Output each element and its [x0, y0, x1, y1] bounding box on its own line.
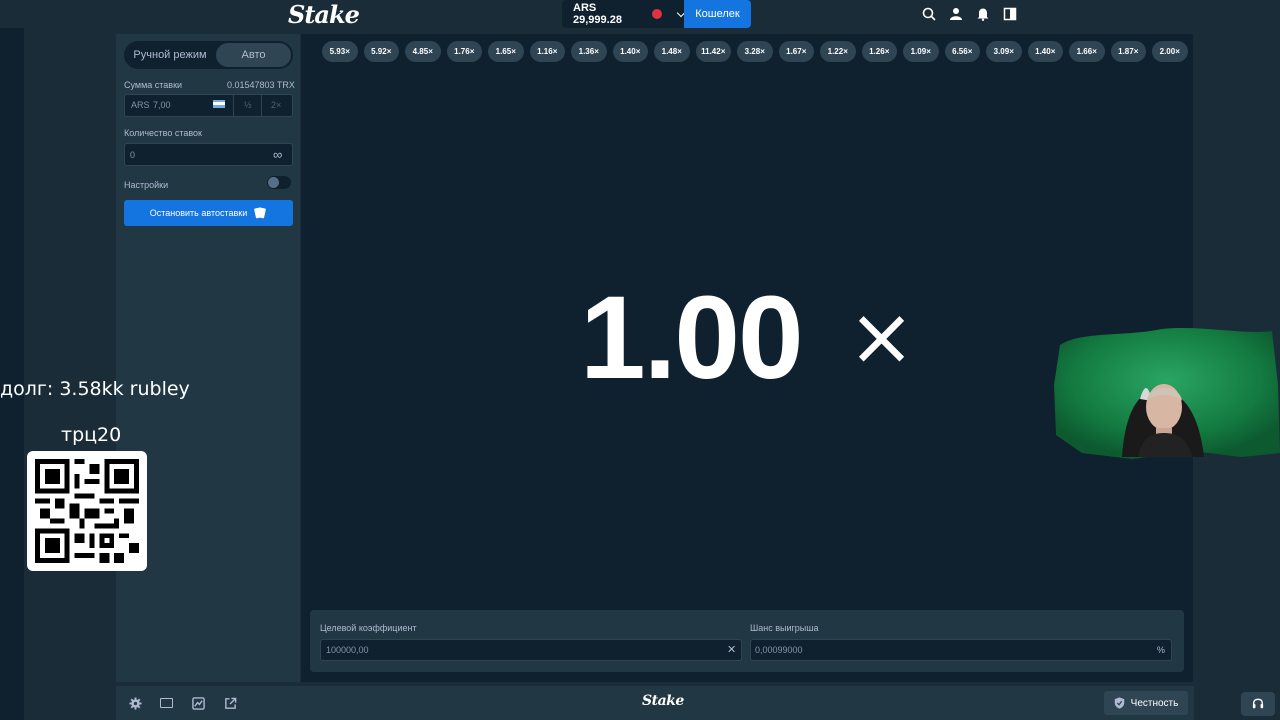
- double-button[interactable]: 2×: [271, 100, 281, 110]
- multiplier-suffix: ×: [848, 290, 916, 383]
- history-chip[interactable]: 1.76×: [446, 41, 482, 62]
- history-chip[interactable]: 2.00×: [1152, 41, 1188, 62]
- settings-label: Настройки: [124, 180, 169, 190]
- balance-amount: ARS 29,999.28: [573, 2, 622, 26]
- history-chip[interactable]: 1.09×: [903, 41, 939, 62]
- history-chip[interactable]: 1.40×: [1027, 41, 1063, 62]
- overlay-handle-text: трц20: [61, 424, 122, 446]
- history-chip[interactable]: 3.09×: [986, 41, 1022, 62]
- history-bar: 5.93× 5.92× 4.85× 1.76× 1.65× 1.16× 1.36× 1.40×…: [322, 41, 1188, 62]
- history-chip[interactable]: 3.28×: [737, 41, 773, 62]
- target-multiplier-label: Целевой коэффициент: [320, 623, 417, 633]
- shield-icon: [1114, 697, 1124, 709]
- divider: [233, 95, 234, 116]
- infinity-icon: ∞: [273, 147, 283, 162]
- history-chip[interactable]: 5.93×: [322, 41, 358, 62]
- stake-logo[interactable]: Stake: [288, 0, 360, 29]
- tab-auto[interactable]: Авто: [216, 43, 291, 67]
- num-bets-label: Количество ставок: [124, 128, 202, 138]
- bet-amount-label: Сумма ставки: [124, 80, 183, 90]
- theatre-mode-icon[interactable]: [160, 698, 173, 708]
- history-chip[interactable]: 1.22×: [820, 41, 856, 62]
- history-chip[interactable]: 1.67×: [778, 41, 814, 62]
- current-multiplier: 1.00: [580, 272, 804, 404]
- bell-icon[interactable]: [975, 6, 991, 22]
- streamer-webcam: [1052, 325, 1280, 460]
- footer-stake-logo: Stake: [642, 693, 684, 709]
- history-chip[interactable]: 1.36×: [571, 41, 607, 62]
- history-chip[interactable]: 5.92×: [363, 41, 399, 62]
- settings-toggle[interactable]: [267, 176, 291, 189]
- history-chip[interactable]: 1.66×: [1069, 41, 1105, 62]
- bet-amount-input[interactable]: 7,00: [153, 100, 171, 110]
- balance-selector[interactable]: ARS 29,999.28: [562, 0, 686, 28]
- argentina-flag-icon: [213, 100, 225, 108]
- search-icon[interactable]: [921, 6, 937, 22]
- tron-coin-icon: [652, 9, 662, 19]
- history-chip[interactable]: 1.48×: [654, 41, 690, 62]
- history-chip[interactable]: 1.26×: [861, 41, 897, 62]
- tab-manual[interactable]: Ручной режим: [126, 43, 214, 67]
- history-chip[interactable]: 4.85×: [405, 41, 441, 62]
- cards-icon: [254, 207, 267, 219]
- history-chip[interactable]: 1.87×: [1110, 41, 1146, 62]
- stop-autobet-button[interactable]: Остановить автоставки: [124, 200, 293, 226]
- history-chip[interactable]: 1.65×: [488, 41, 524, 62]
- bet-currency: ARS: [131, 100, 150, 110]
- settings-gear-icon[interactable]: [129, 697, 142, 715]
- overlay-debt-text: долг: 3.58kk rubley: [0, 378, 190, 400]
- qr-code-image: [27, 451, 147, 571]
- stop-autobet-label: Остановить автоставки: [149, 208, 248, 218]
- half-button[interactable]: ½: [244, 100, 252, 110]
- target-multiplier-input[interactable]: 100000,00: [326, 645, 369, 655]
- percent-icon: %: [1157, 645, 1166, 655]
- close-icon[interactable]: ✕: [727, 643, 736, 656]
- bet-amount-crypto: 0.01547803 TRX: [227, 80, 295, 90]
- num-bets-input[interactable]: 0: [130, 150, 135, 160]
- win-chance-field[interactable]: [750, 639, 1172, 661]
- fairness-button[interactable]: Честность: [1104, 691, 1188, 715]
- win-chance-label: Шанс выигрыша: [750, 623, 819, 633]
- wallet-button[interactable]: Кошелек: [684, 0, 751, 28]
- popout-icon[interactable]: [224, 697, 237, 715]
- sidebar-icon[interactable]: [1002, 6, 1018, 22]
- history-chip[interactable]: 11.42×: [695, 41, 731, 62]
- history-chip[interactable]: 6.56×: [944, 41, 980, 62]
- win-chance-input[interactable]: 0,00099000: [755, 645, 803, 655]
- divider: [261, 95, 262, 116]
- history-chip[interactable]: 1.40×: [612, 41, 648, 62]
- fairness-label: Честность: [1130, 697, 1179, 709]
- left-nav-strip: [0, 0, 24, 720]
- support-headset-icon[interactable]: [1241, 692, 1275, 716]
- user-icon[interactable]: [948, 6, 964, 22]
- stats-icon[interactable]: [192, 697, 205, 715]
- num-bets-field[interactable]: [124, 143, 293, 166]
- history-chip[interactable]: 1.16×: [529, 41, 565, 62]
- target-multiplier-field[interactable]: [320, 639, 742, 661]
